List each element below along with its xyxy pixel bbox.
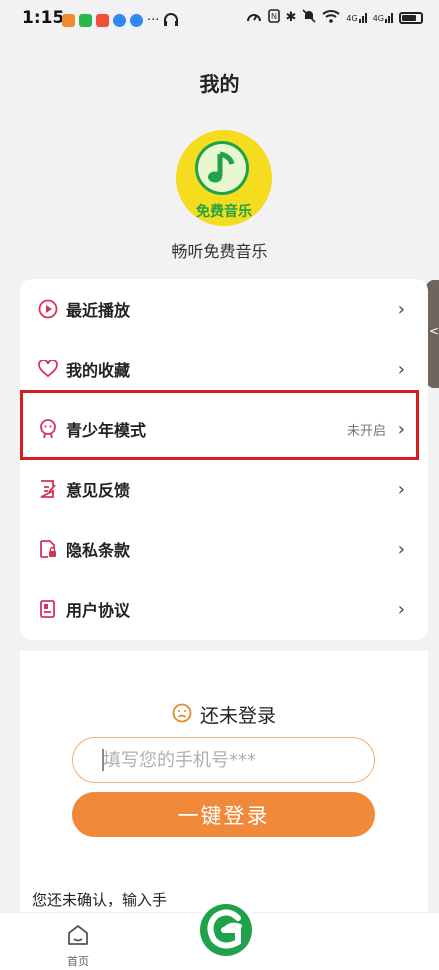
login-status: 还未登录: [20, 701, 428, 728]
home-icon: [66, 923, 90, 951]
input-caret: [102, 749, 104, 771]
page-title: 我的: [199, 72, 240, 96]
browser-icon: [113, 14, 126, 27]
menu-item-label: 隐私条款: [66, 541, 131, 560]
cloud-icon: [130, 14, 143, 27]
heart-icon: [37, 358, 59, 380]
sad-face-icon: [172, 703, 192, 727]
svg-text:N: N: [271, 12, 277, 21]
status-indicators: N ✱ 4G 4G: [246, 9, 423, 26]
app-notify-icon: [96, 14, 109, 27]
feedback-icon: [37, 478, 59, 500]
app-name: 畅听免费音乐: [171, 242, 268, 261]
chevron-right-icon: ›: [397, 538, 405, 560]
nfc-icon: N: [267, 9, 280, 26]
nav-home-label: 首页: [67, 955, 89, 968]
chevron-right-icon: ›: [397, 478, 405, 500]
center-fab-button[interactable]: [194, 898, 258, 962]
chevron-right-icon: ›: [397, 598, 405, 620]
highlight-annotation-box: [20, 390, 419, 460]
wifi-icon: [322, 9, 341, 26]
menu-item-label: 用户协议: [66, 601, 131, 620]
login-status-text: 还未登录: [199, 705, 276, 727]
chevron-right-icon: ›: [397, 298, 405, 320]
agreement-notice: 您还未确认，输入手: [32, 891, 168, 909]
menu-item-recent-play[interactable]: 最近播放 ›: [20, 279, 428, 339]
app-logo: 免费音乐: [174, 130, 274, 226]
agreement-doc-icon: [37, 598, 59, 620]
wechat-icon: [79, 14, 92, 27]
headphones-icon: [163, 11, 179, 30]
svg-text:免费音乐: 免费音乐: [196, 203, 252, 220]
nav-item-home[interactable]: 首页: [58, 923, 98, 969]
menu-item-label: 意见反馈: [66, 481, 131, 500]
menu-item-privacy[interactable]: 隐私条款 ›: [20, 519, 428, 579]
menu-item-feedback[interactable]: 意见反馈 ›: [20, 459, 428, 519]
weibo-icon: [62, 14, 75, 27]
more-notifications-icon: ···: [147, 13, 160, 28]
signal-icon-2: 4G: [373, 12, 393, 23]
signal-icon-1: 4G: [346, 12, 367, 23]
one-click-login-button[interactable]: 一键登录: [72, 792, 375, 837]
privacy-doc-icon: [37, 538, 59, 560]
play-circle-icon: [37, 298, 59, 320]
bluetooth-icon: ✱: [285, 10, 297, 25]
menu-item-label: 我的收藏: [66, 361, 131, 380]
chevron-right-icon: ›: [397, 358, 405, 380]
status-app-icons: ···: [62, 11, 179, 30]
menu-item-label: 最近播放: [66, 301, 131, 320]
mute-icon: [302, 9, 316, 26]
battery-icon: [399, 11, 423, 24]
phone-number-input[interactable]: [72, 737, 375, 783]
status-bar: 1:15 ··· N ✱ 4G 4G: [0, 0, 439, 36]
speed-icon: [246, 9, 262, 26]
chevron-left-icon: <: [429, 324, 439, 338]
status-time: 1:15: [22, 8, 65, 28]
menu-item-user-agreement[interactable]: 用户协议 ›: [20, 579, 428, 639]
